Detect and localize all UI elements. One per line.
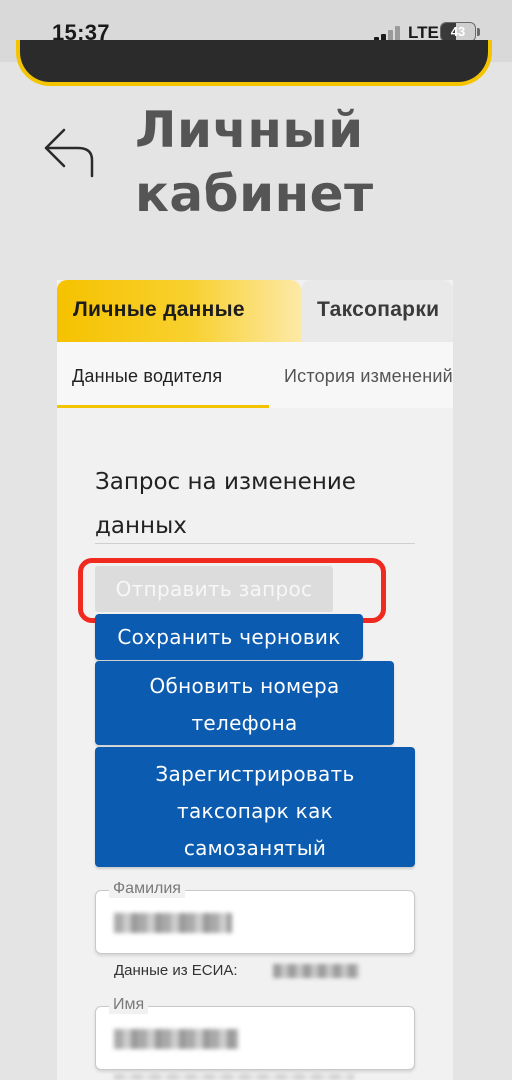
name-label: Имя [109, 996, 149, 1014]
tab-personal-data-label: Личные данные [73, 298, 245, 321]
surname-input[interactable] [95, 890, 415, 954]
page-title-line2: кабинет [135, 165, 374, 223]
name-redacted-value [114, 1029, 238, 1049]
update-phone-button[interactable]: Обновить номера телефона [95, 661, 394, 745]
tab-taxi-parks[interactable]: Таксопарки [301, 280, 453, 342]
tab-taxi-parks-label: Таксопарки [317, 298, 440, 321]
surname-label: Фамилия [109, 880, 185, 898]
surname-redacted-value [114, 913, 232, 933]
section-title: Запрос на изменение данных [95, 469, 356, 539]
profile-card: Личные данные Таксопарки Данные водителя… [57, 280, 453, 1080]
esia-redacted-value [273, 964, 359, 978]
subtab-change-history[interactable]: История изменений [284, 366, 453, 387]
register-park-button[interactable]: Зарегистрировать таксопарк как самозанят… [95, 747, 415, 867]
back-button[interactable] [42, 126, 96, 178]
esia-note: Данные из ЕСИА: [114, 962, 238, 979]
section-divider [95, 543, 415, 544]
main-tabs: Личные данные Таксопарки [57, 280, 453, 342]
battery-percent: 43 [450, 24, 466, 39]
page-title: Личный кабинет [135, 98, 374, 226]
subtab-driver-data-label: Данные водителя [72, 366, 223, 386]
sub-tabs: Данные водителя История изменений [57, 342, 453, 408]
tab-personal-data[interactable]: Личные данные [57, 280, 301, 342]
back-arrow-icon [44, 128, 94, 178]
battery-icon: 43 [440, 22, 476, 42]
save-draft-button[interactable]: Сохранить черновик [95, 614, 363, 660]
cut-off-text [114, 1074, 354, 1080]
battery-nub [477, 28, 480, 36]
subtab-driver-data[interactable]: Данные водителя [57, 342, 269, 408]
app-header [16, 40, 492, 86]
name-input[interactable] [95, 1006, 415, 1070]
page-title-line1: Личный [135, 101, 364, 159]
